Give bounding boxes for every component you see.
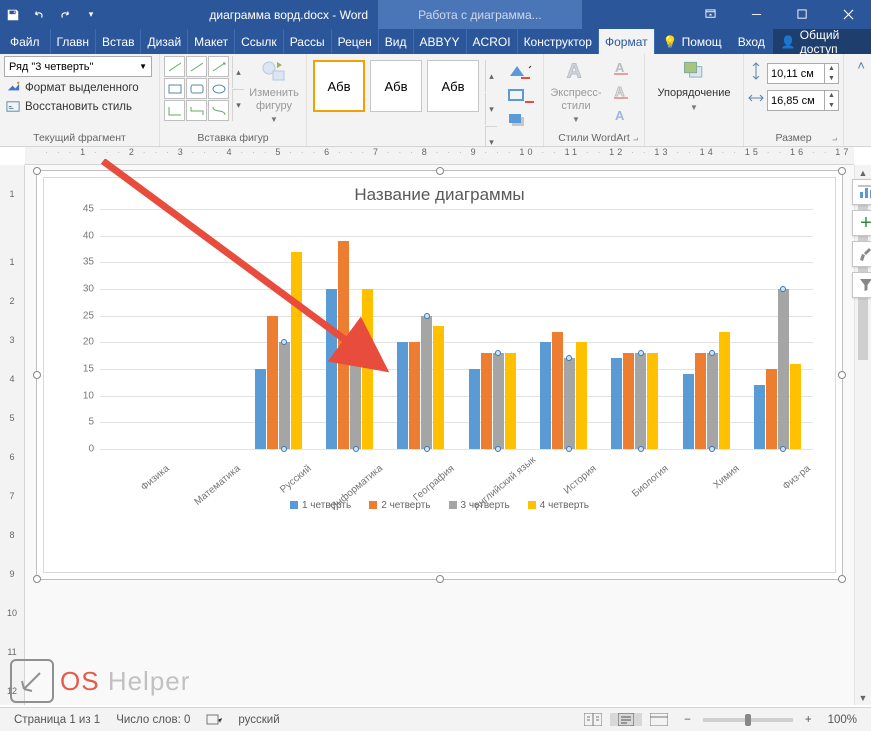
change-shape-icon (261, 58, 287, 84)
shape-style-preset[interactable]: Абв (370, 60, 422, 112)
tab-рецен[interactable]: Рецен (332, 29, 379, 54)
titlebar: ▾ диаграмма ворд.docx - Word Работа с ди… (0, 0, 871, 29)
reset-style-button[interactable]: Восстановить стиль (4, 98, 134, 115)
width-input[interactable]: 16,85 см▲▼ (767, 90, 839, 111)
tab-конструктор[interactable]: Конструктор (518, 29, 599, 54)
ribbon: Ряд "3 четверть"▼ Формат выделенного Вос… (0, 54, 871, 147)
tab-вид[interactable]: Вид (379, 29, 414, 54)
width-icon (748, 89, 764, 112)
text-fill-icon: A (608, 58, 640, 78)
tab-встав[interactable]: Встав (96, 29, 141, 54)
svg-text:A: A (615, 84, 625, 99)
chart-element-selector[interactable]: Ряд "3 четверть"▼ (4, 56, 152, 77)
shape-style-preset[interactable]: Абв (427, 60, 479, 112)
share-button[interactable]: 👤Общий доступ (773, 29, 871, 54)
bulb-icon: 💡 (663, 35, 678, 49)
svg-text:A: A (567, 61, 582, 83)
person-icon: 👤 (781, 35, 796, 49)
tab-abbyy[interactable]: ABBYY (414, 29, 467, 54)
collapse-ribbon-icon[interactable]: ˄ (844, 54, 871, 146)
language-indicator[interactable]: русский (230, 714, 287, 726)
ribbon-options-icon[interactable] (687, 0, 733, 29)
save-icon[interactable] (1, 3, 25, 27)
tab-ссылк[interactable]: Ссылк (235, 29, 284, 54)
word-count[interactable]: Число слов: 0 (108, 714, 198, 726)
minimize-icon[interactable] (733, 0, 779, 29)
tell-me[interactable]: 💡Помощ (655, 35, 730, 49)
watermark-logo: OS Helper (10, 659, 190, 703)
shape-fill-icon[interactable] (505, 62, 537, 82)
spellcheck-icon[interactable] (198, 713, 230, 727)
maximize-icon[interactable] (779, 0, 825, 29)
svg-text:A: A (615, 108, 625, 123)
shape-style-preset[interactable]: Абв (313, 60, 365, 112)
wordart-quick-styles: A Экспресс-стили▼ (548, 56, 604, 126)
height-input[interactable]: 10,11 см▲▼ (767, 63, 839, 84)
ribbon-tabs: Файл ГлавнВставДизайМакетСсылкРассыРецен… (0, 29, 871, 54)
chart-layouts-icon[interactable] (852, 179, 871, 205)
shape-outline-icon[interactable] (505, 86, 537, 106)
text-outline-icon: A (608, 82, 640, 102)
tab-рассы[interactable]: Рассы (284, 29, 332, 54)
zoom-out-icon[interactable]: − (676, 714, 699, 726)
statusbar: Страница 1 из 1 Число слов: 0 русский − … (0, 707, 871, 731)
chart-plot-area[interactable]: 051015202530354045 (100, 209, 813, 449)
close-icon[interactable] (825, 0, 871, 29)
tab-макет[interactable]: Макет (188, 29, 235, 54)
document-title: диаграмма ворд.docx - Word (209, 8, 368, 22)
letter-a-icon: A (563, 58, 589, 84)
horizontal-ruler[interactable]: · · · 1 · · · 2 · · · 3 · · · 4 · · · 5 … (25, 147, 854, 165)
chart-add-element-icon[interactable]: + (852, 210, 871, 236)
undo-icon[interactable] (27, 3, 51, 27)
tab-формат[interactable]: Формат (599, 29, 655, 54)
zoom-in-icon[interactable]: + (797, 714, 820, 726)
format-selection-button[interactable]: Формат выделенного (4, 79, 141, 96)
chart-filter-icon[interactable] (852, 272, 871, 298)
text-effects-icon: A (608, 106, 640, 126)
chart-title[interactable]: Название диаграммы (44, 178, 835, 209)
tab-главн[interactable]: Главн (51, 29, 97, 54)
shape-gallery[interactable] (164, 56, 229, 121)
tab-дизай[interactable]: Дизай (141, 29, 188, 54)
tab-file[interactable]: Файл (0, 29, 51, 54)
arrange-icon (681, 58, 707, 84)
shape-effects-icon[interactable] (505, 110, 537, 130)
chart-styles-icon[interactable] (852, 241, 871, 267)
height-icon (748, 62, 764, 85)
zoom-slider[interactable] (703, 718, 793, 722)
chart-legend[interactable]: 1 четверть2 четверть3 четверть4 четверть (44, 500, 835, 511)
contextual-tab-title: Работа с диаграмма... (378, 0, 582, 29)
print-layout-icon[interactable] (610, 713, 642, 726)
change-shape-button: Изменить фигуру▼ (246, 56, 302, 126)
chart-object[interactable]: Название диаграммы 051015202530354045 Фи… (36, 170, 843, 580)
arrange-button[interactable]: Упорядочение▼ (649, 56, 739, 114)
zoom-level[interactable]: 100% (820, 714, 865, 726)
web-layout-icon[interactable] (642, 713, 676, 726)
sign-in[interactable]: Вход (730, 35, 773, 49)
qa-customize-icon[interactable]: ▾ (79, 3, 103, 27)
redo-icon[interactable] (53, 3, 77, 27)
tab-acroi[interactable]: ACROI (467, 29, 518, 54)
read-mode-icon[interactable] (576, 713, 610, 726)
page-indicator[interactable]: Страница 1 из 1 (6, 714, 108, 726)
svg-text:A: A (615, 60, 625, 75)
group-label: Текущий фрагмент (4, 131, 155, 146)
vertical-ruler[interactable]: 1123456789101112 (0, 165, 25, 705)
